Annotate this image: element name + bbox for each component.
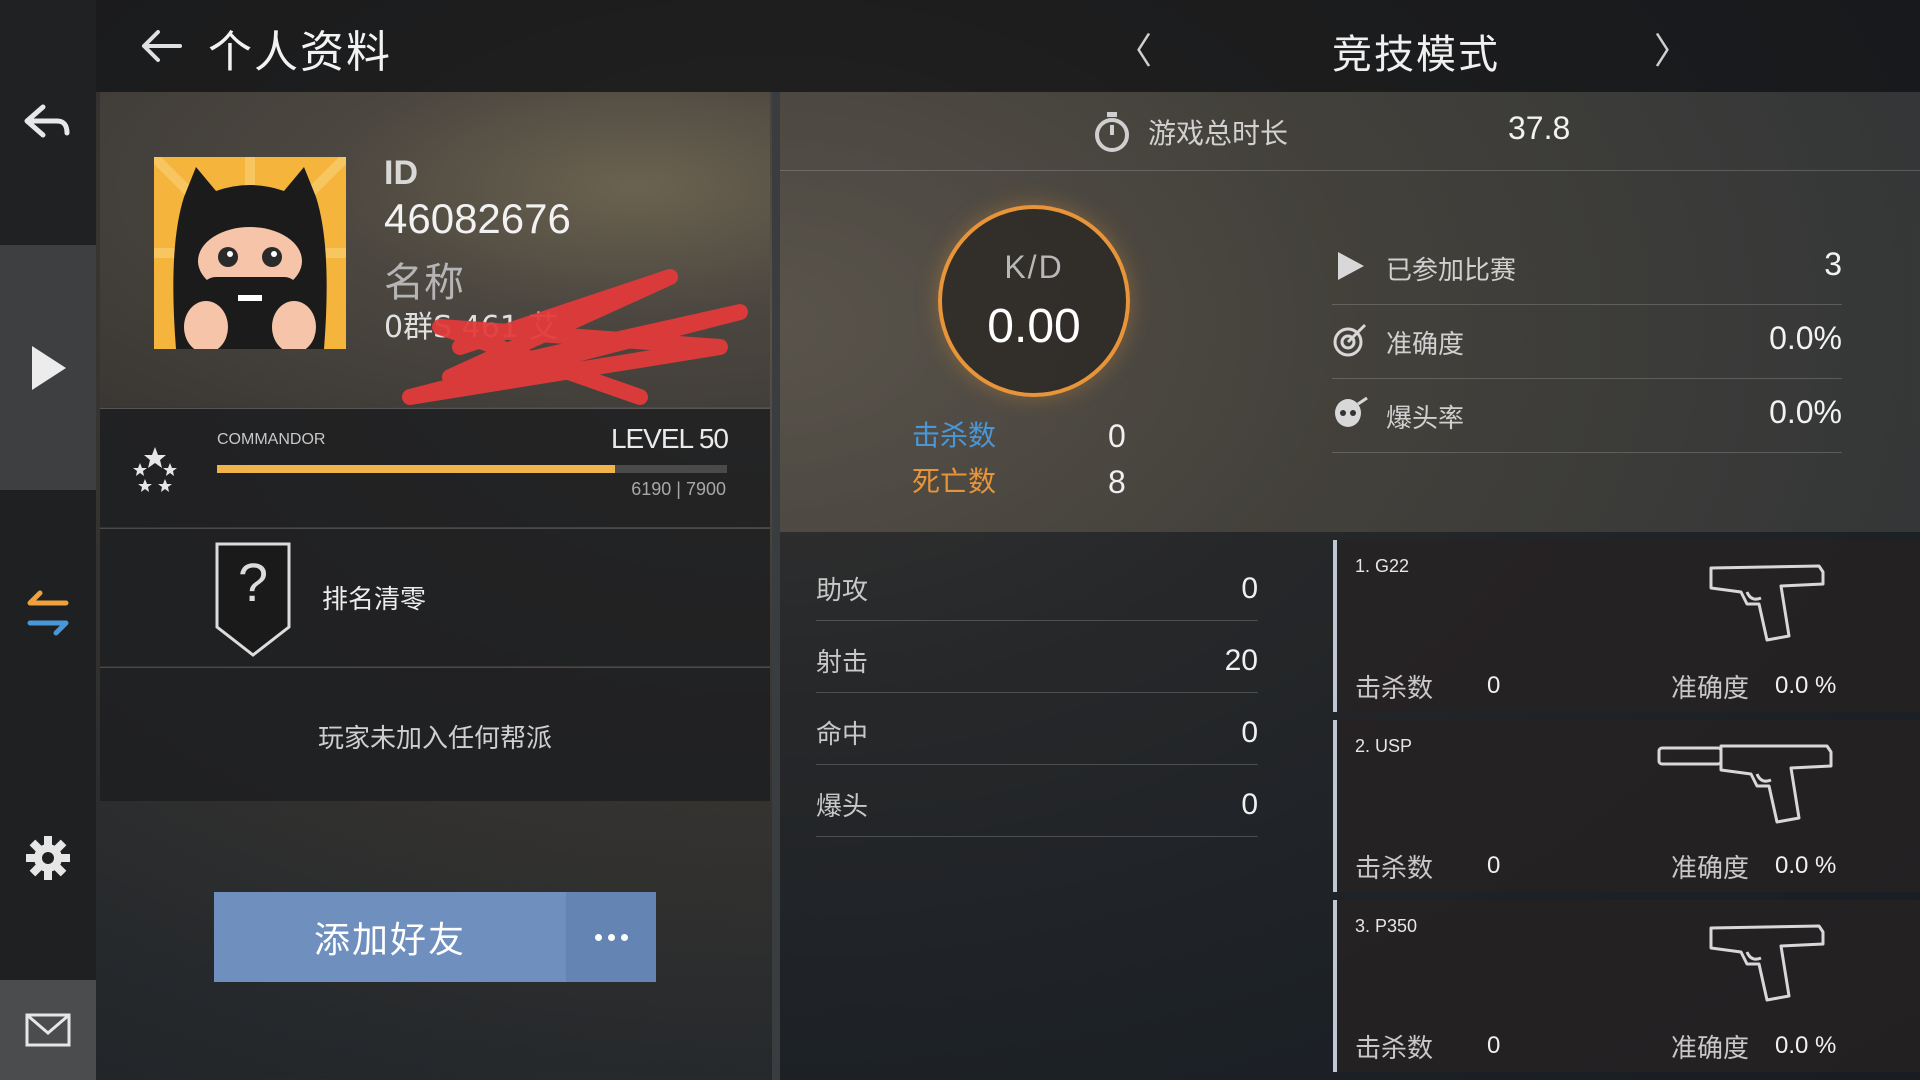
headshots-value: 0 [1241,788,1258,821]
weapon-kills-label: 击杀数 [1355,854,1434,884]
weapon-kills-value: 0 [1487,852,1501,879]
shots-label: 射击 [816,648,869,678]
headshot-rate-row: 爆头率 0.0% [1332,378,1842,453]
stopwatch-icon [1095,112,1129,152]
weapon-accuracy-value: 0.0 % [1775,672,1837,699]
left-rail [0,0,96,1080]
play-icon [32,345,66,390]
accuracy-value: 0.0% [1769,320,1842,356]
deaths-label: 死亡数 [912,465,997,498]
mail-icon [25,1013,71,1047]
kd-label: K/D [1004,249,1064,285]
profile-card: ID 46082676 名称 0群S 461 艾 [100,92,770,407]
shots-value: 20 [1224,644,1258,677]
target-icon [1333,323,1367,357]
silenced-pistol-icon [1657,744,1833,824]
headshot-rate-value: 0.0% [1769,394,1842,430]
weapon-accuracy-label: 准确度 [1671,1034,1750,1064]
level-row: COMMANDOR LEVEL 50 6190 | 7900 [100,408,770,527]
weapon-kills-label: 击杀数 [1355,674,1434,704]
rail-play-button[interactable] [0,245,96,490]
rail-mail-button[interactable] [0,980,96,1080]
weapon-card[interactable]: 3. P350 击杀数 0 准确度 0.0 % [1333,900,1920,1072]
mode-title: 竞技模式 [1332,32,1500,78]
play-icon [1338,252,1364,280]
rail-settings-button[interactable] [0,735,96,980]
page-title: 个人资料 [208,27,392,78]
rank-badge-symbol: ? [238,553,268,613]
rail-swap-button[interactable] [0,490,96,735]
gear-icon [26,835,70,880]
kd-ratio-ring: K/D 0.00 [938,205,1130,397]
rank-badge-icon: ? [215,542,291,657]
assists-row: 助攻 0 [816,550,1258,621]
weapon-accuracy-value: 0.0 % [1775,1032,1837,1059]
kd-value: 0.00 [987,300,1081,353]
level-text: LEVEL 50 [610,423,729,454]
pistol-icon [1709,564,1825,642]
accuracy-row: 准确度 0.0% [1332,304,1842,379]
assists-label: 助攻 [816,576,869,606]
pistol-icon [1709,924,1825,1002]
weapon-card[interactable]: 1. G22 击杀数 0 准确度 0.0 % [1333,540,1920,712]
rank-name: COMMANDOR [217,431,326,448]
swap-arrows-icon [27,590,69,635]
rank-row: ? 排名清零 [100,528,770,666]
playtime-label: 游戏总时长 [1148,117,1289,150]
rail-back-button[interactable] [0,0,96,245]
more-options-button[interactable] [566,892,656,982]
deaths-value: 8 [1108,464,1126,500]
xp-text: 6190 | 7900 [631,479,726,499]
weapon-kills-value: 0 [1487,672,1501,699]
more-dots-icon [592,933,631,941]
weapon-kills-value: 0 [1487,1032,1501,1059]
kills-label: 击杀数 [912,419,997,452]
header-back-icon[interactable] [136,24,186,68]
assists-value: 0 [1241,572,1258,605]
xp-progress-fill [217,465,615,473]
back-arrow-icon [24,104,70,137]
hits-row: 命中 0 [816,694,1258,765]
rank-stars-icon [133,447,177,492]
weapon-name: 2. USP [1355,736,1413,756]
weapon-kills-label: 击杀数 [1355,1034,1434,1064]
playtime-row: 游戏总时长 37.8 [780,92,1920,171]
clan-row: 玩家未加入任何帮派 [100,667,770,801]
redaction-scribble [402,269,748,405]
kills-value: 0 [1108,418,1126,454]
matches-played-row: 已参加比赛 3 [1332,230,1842,305]
ninja-avatar-icon [154,157,346,349]
shots-row: 射击 20 [816,622,1258,693]
weapon-accuracy-value: 0.0 % [1775,852,1837,879]
header-bar: 个人资料 〈 竞技模式 〉 [96,0,1920,92]
rank-reset-label: 排名清零 [322,585,427,615]
weapon-name: 1. G22 [1355,556,1410,576]
panel-divider [772,92,780,1080]
playtime-value: 37.8 [1508,110,1571,146]
weapon-name: 3. P350 [1355,916,1418,936]
add-friend-button[interactable]: 添加好友 [214,892,566,982]
headshots-row: 爆头 0 [816,766,1258,837]
hits-value: 0 [1241,716,1258,749]
headshot-rate-label: 爆头率 [1386,404,1465,434]
skull-icon [1335,396,1368,427]
id-value: 46082676 [384,195,571,242]
weapon-accuracy-label: 准确度 [1671,674,1750,704]
headshots-label: 爆头 [816,792,869,822]
hits-label: 命中 [816,720,869,750]
avatar [154,157,346,349]
weapon-accuracy-label: 准确度 [1671,854,1750,884]
id-label: ID [384,154,418,192]
matches-played-label: 已参加比赛 [1386,256,1517,286]
weapon-card[interactable]: 2. USP 击杀数 0 准确度 0.0 % [1333,720,1920,892]
mode-prev-button[interactable]: 〈 [1116,22,1152,74]
xp-progress-bar [217,465,727,473]
matches-played-value: 3 [1824,246,1842,282]
accuracy-label: 准确度 [1386,330,1465,360]
clan-text: 玩家未加入任何帮派 [317,724,552,754]
mode-next-button[interactable]: 〉 [1654,22,1690,74]
